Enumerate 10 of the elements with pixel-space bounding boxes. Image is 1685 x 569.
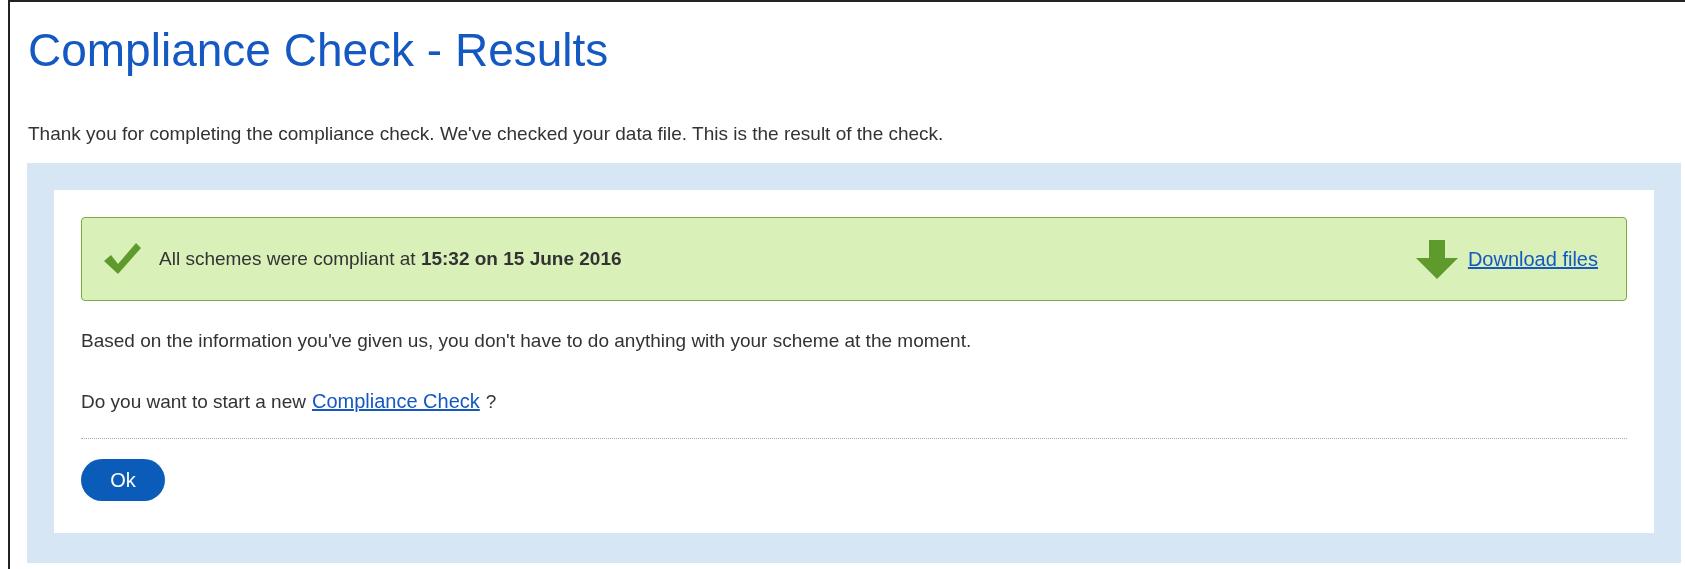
result-message: All schemes were compliant at 15:32 on 15 June 2016 — [159, 248, 623, 270]
info-text: Based on the information you've given us, you don't have to do anything with your scheme at the moment. — [81, 329, 973, 353]
question-mark: ? — [485, 390, 497, 414]
page-title: Compliance Check - Results — [27, 23, 610, 78]
checkmark-icon — [102, 241, 142, 277]
intro-text: Thank you for completing the compliance check. We've checked your data file. This is the result of the check. — [28, 122, 945, 146]
restart-question: Do you want to start a new — [81, 390, 306, 414]
download-link[interactable]: Download files — [1467, 247, 1598, 271]
ok-button[interactable]: Ok — [81, 459, 165, 501]
compliance-check-link[interactable]: Compliance Check — [311, 389, 480, 413]
